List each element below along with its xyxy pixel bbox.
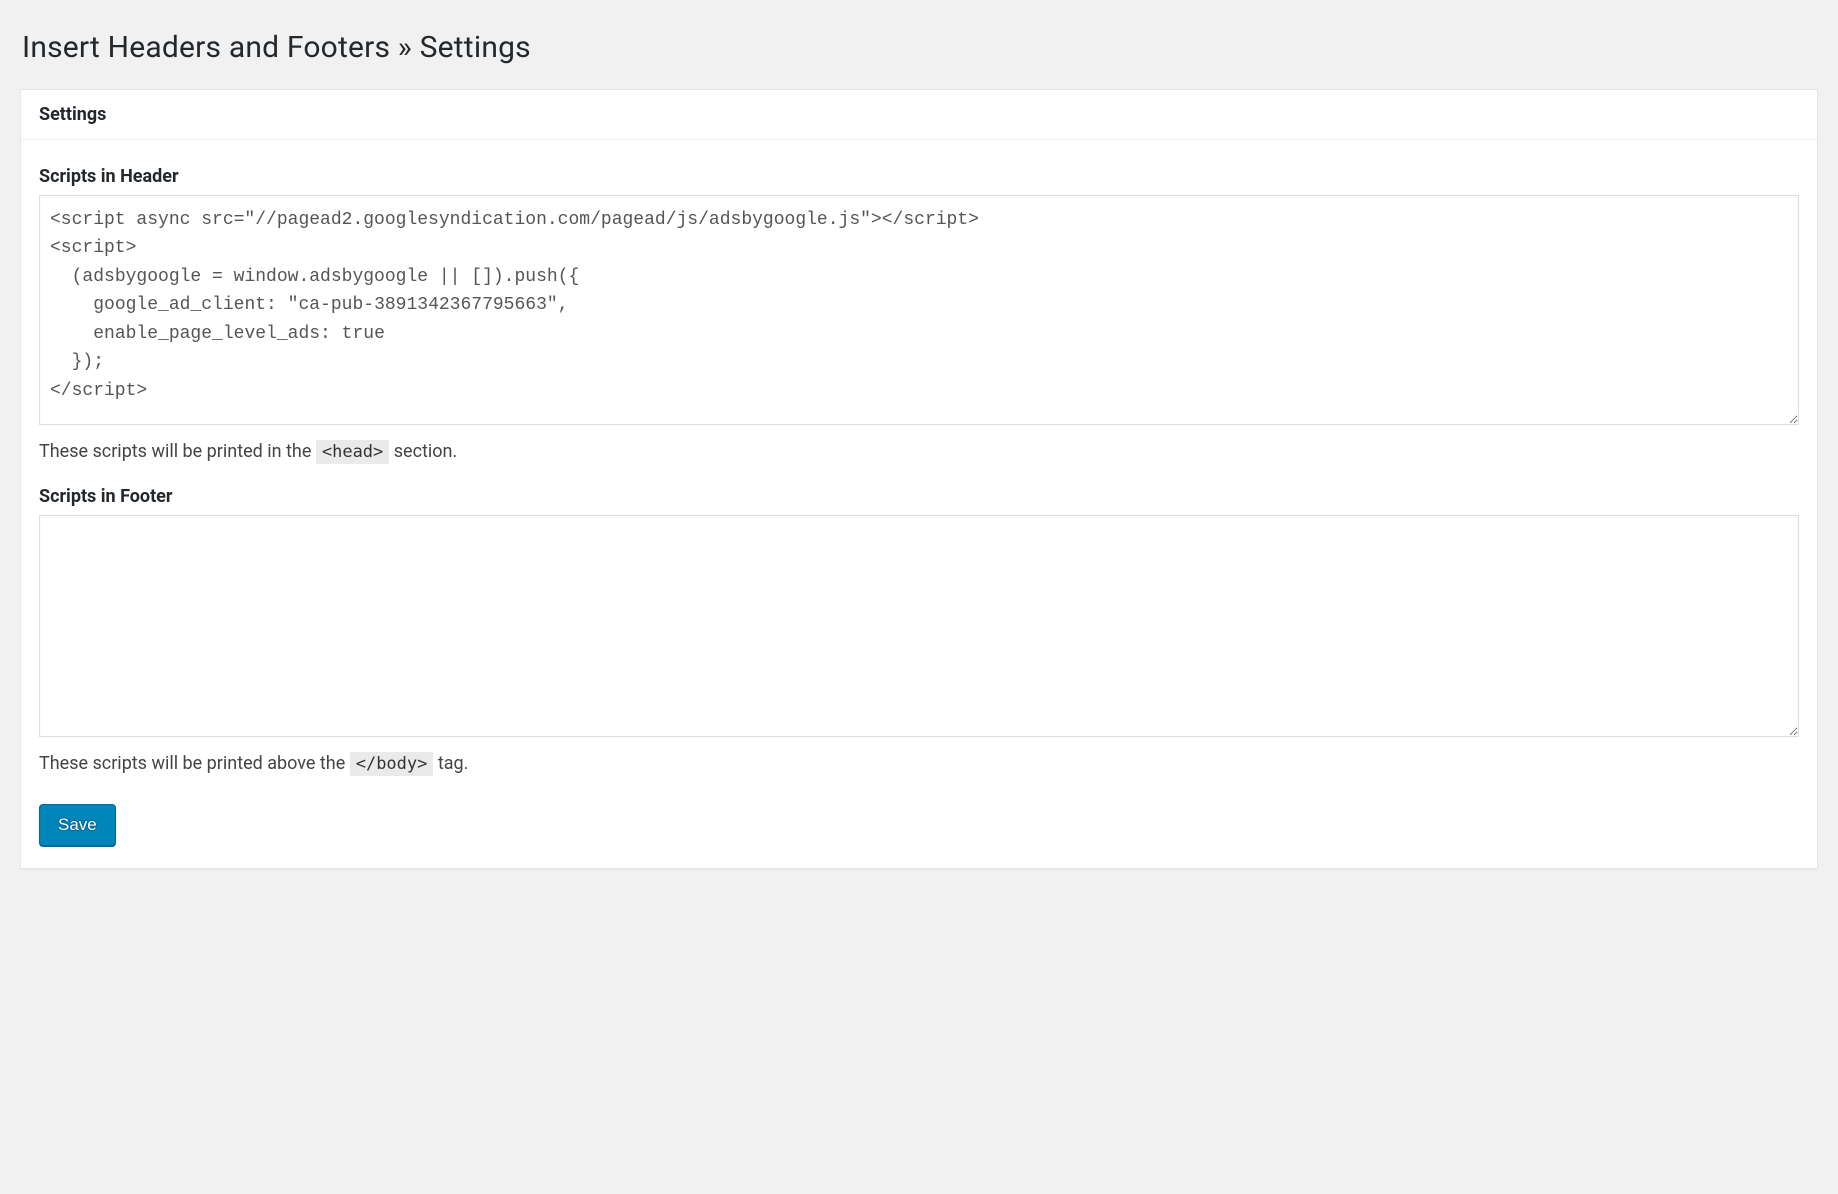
page-title: Insert Headers and Footers » Settings bbox=[22, 30, 1818, 65]
footer-desc-after: tag. bbox=[438, 753, 469, 774]
head-tag-code: <head> bbox=[316, 440, 389, 464]
settings-panel: Settings Scripts in Header These scripts… bbox=[20, 89, 1818, 869]
settings-panel-body: Scripts in Header These scripts will be … bbox=[21, 140, 1817, 868]
header-desc-after: section. bbox=[394, 441, 457, 462]
footer-scripts-textarea[interactable] bbox=[39, 515, 1799, 737]
header-scripts-description: These scripts will be printed in the <he… bbox=[39, 441, 1799, 462]
header-scripts-textarea[interactable] bbox=[39, 195, 1799, 425]
header-desc-before: These scripts will be printed in the bbox=[39, 441, 316, 462]
header-scripts-label: Scripts in Header bbox=[39, 166, 1799, 187]
footer-scripts-label: Scripts in Footer bbox=[39, 486, 1799, 507]
save-button[interactable]: Save bbox=[39, 804, 116, 846]
footer-scripts-description: These scripts will be printed above the … bbox=[39, 753, 1799, 774]
settings-panel-header: Settings bbox=[21, 90, 1817, 140]
footer-desc-before: These scripts will be printed above the bbox=[39, 753, 350, 774]
body-tag-code: </body> bbox=[350, 752, 434, 776]
settings-panel-heading: Settings bbox=[39, 104, 1799, 125]
